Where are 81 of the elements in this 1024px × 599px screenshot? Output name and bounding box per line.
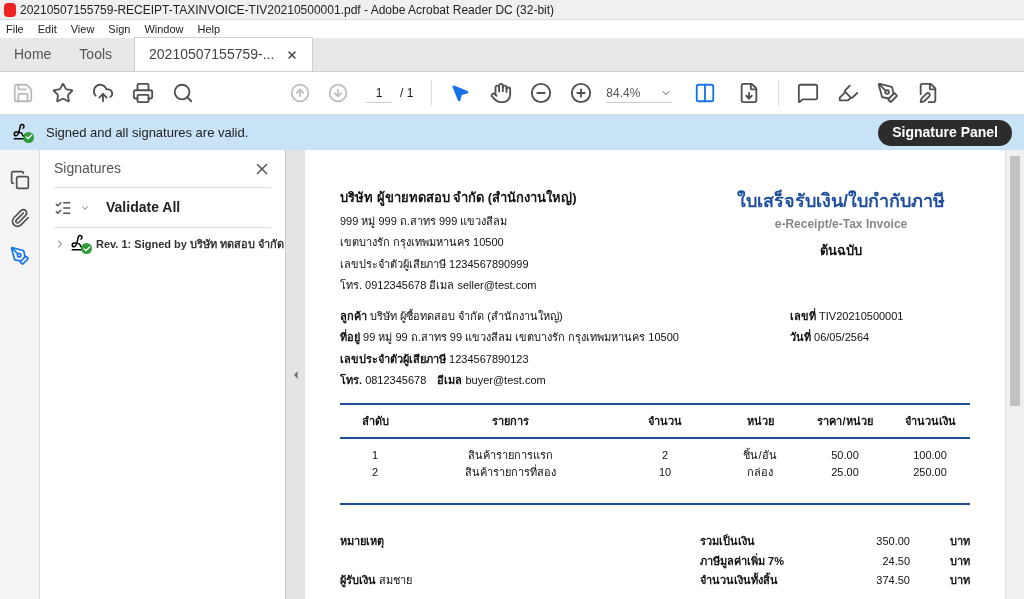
copy-label: ต้นฉบับ [820, 242, 862, 260]
table-cell-text: สินค้ารายการที่สอง [463, 463, 557, 480]
buyer-detail: เลขประจำตัวผู้เสียภาษี 1234567890123 [340, 351, 530, 367]
print-icon[interactable] [132, 82, 154, 104]
tab[interactable]: 20210507155759-... [134, 37, 314, 71]
page-number-field[interactable]: 1 [366, 83, 392, 103]
currency-label: บาท [949, 553, 970, 569]
tab[interactable]: Home [0, 37, 66, 71]
seller-detail: เขตบางรัก กรุงเทพมหานคร 10500 [340, 235, 505, 251]
menu-item[interactable]: Edit [37, 20, 57, 38]
total-label: ภาษีมูลค่าเพิ่ม 7% [700, 552, 785, 569]
menu-item[interactable]: Help [197, 20, 221, 38]
highlighter-icon[interactable] [837, 82, 860, 104]
table-cell-text: 1 [370, 448, 380, 463]
menu-item[interactable]: View [70, 20, 95, 38]
column-header: จำนวนเงิน [903, 413, 957, 429]
total-label: จำนวนเงินทั้งสิ้น [700, 572, 779, 588]
signature-valid-icon [70, 234, 92, 254]
panel-title: Signatures [54, 159, 121, 178]
total-label: รวมเป็นเงิน [700, 533, 756, 549]
buyer-detail: ลูกค้า บริษัท ผู้ซื้อทดสอบ จำกัด (สำนักงานใหญ่) [340, 308, 564, 324]
currency-label: บาท [949, 573, 970, 588]
seller-name: บริษัท ผู้ขายทดสอบ จำกัด (สำนักงานใหญ่) [340, 188, 577, 208]
total-value: 350.00 [875, 534, 910, 549]
window-title: 20210507155759-RECEIPT-TAXINVOICE-TIV20210500001.pdf - Adobe Acrobat Reader DC (32-bit) [20, 1, 555, 19]
table-cell-text: 250.00 [912, 464, 948, 480]
currency-label: บาท [949, 534, 970, 549]
menu-item[interactable]: Sign [108, 20, 131, 38]
zoom-dropdown[interactable]: 84.4% [606, 83, 673, 103]
table-cell-text: 50.00 [830, 448, 860, 463]
pen-icon[interactable] [877, 82, 900, 104]
validate-all-button[interactable]: Validate All [106, 197, 181, 218]
zoom-out-icon[interactable] [530, 82, 553, 104]
signature-valid-icon [12, 122, 34, 143]
pen-icon[interactable] [9, 246, 30, 266]
table-cell-text: 25.00 [830, 464, 860, 480]
tab[interactable]: Tools [65, 37, 127, 71]
table-cell-text: 10 [657, 464, 673, 480]
notes-label: หมายเหตุ [340, 534, 385, 550]
table-cell-text: 2 [370, 464, 380, 480]
seller-detail: โทร. 0912345678 อีเมล seller@test.com [340, 278, 538, 293]
close-icon[interactable] [286, 48, 299, 61]
menu-item[interactable]: Window [144, 20, 184, 38]
table-cell-text: สินค้ารายการแรก [466, 448, 554, 463]
search-icon[interactable] [172, 82, 194, 104]
signature-item[interactable]: Rev. 1: Signed by บริษัท ทดสอบ จำกัด [96, 235, 285, 253]
document-title: ใบเสร็จรับเงิน/ใบกำกับภาษี [737, 188, 945, 213]
star-icon[interactable] [52, 82, 74, 104]
hand-icon[interactable] [490, 82, 513, 104]
pointer-icon[interactable] [450, 83, 471, 103]
column-header: จำนวน [647, 413, 683, 429]
table-cell-text: กล่อง [746, 464, 774, 480]
total-value: 374.50 [875, 573, 910, 588]
table-cell-text: 100.00 [912, 448, 948, 463]
column-header: รายการ [490, 413, 530, 429]
invoice-meta: วันที่ 06/05/2564 [790, 329, 871, 345]
table-cell-text: 2 [660, 448, 670, 463]
column-header: ลำดับ [360, 413, 390, 429]
scrollbar-thumb[interactable] [1010, 156, 1020, 406]
buyer-detail: ที่อยู่ 99 หมู่ 99 ถ.สาทร 99 แขวงสีลม เขตบางรัก กรุงเทพมหานคร 10500 [340, 329, 679, 346]
comment-icon[interactable] [797, 82, 820, 104]
signature-panel-button[interactable]: Signature Panel [878, 119, 1012, 146]
paperclip-icon[interactable] [9, 208, 30, 228]
table-cell-text: ชิ้น/อัน [742, 447, 778, 463]
payer: ผู้รับเงิน สมชาย [340, 573, 413, 589]
total-value: 24.50 [881, 553, 910, 569]
buyer-detail: โทร. 0812345678 อีเมล buyer@test.com [340, 372, 547, 388]
menu-item[interactable]: File [6, 20, 24, 38]
zoom-in-icon[interactable] [570, 82, 593, 104]
fit-page-icon[interactable] [694, 82, 717, 104]
document-subtitle: e-Receipt/e-Tax Invoice [774, 216, 908, 233]
pdf-icon [4, 2, 16, 17]
upload-icon[interactable] [92, 82, 114, 104]
column-header: ราคา/หน่วย [816, 413, 874, 429]
invoice-meta: เลขที่ TIV20210500001 [790, 307, 905, 324]
column-header: หน่วย [745, 413, 775, 429]
seller-detail: เลขประจำตัวผู้เสียภาษี 1234567890999 [340, 256, 530, 272]
page-total: / 1 [400, 85, 414, 102]
signature-status: Signed and all signatures are valid. [46, 123, 249, 142]
seller-detail: 999 หมู่ 999 ถ.สาทร 999 แขวงสีลม [340, 213, 509, 229]
pages-icon[interactable] [9, 170, 30, 190]
